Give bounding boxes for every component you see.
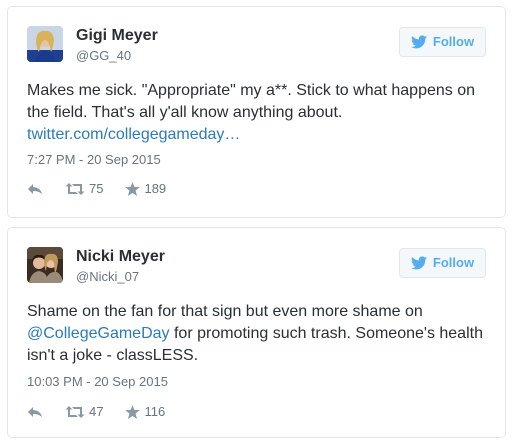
reply-button[interactable]	[27, 405, 43, 419]
username[interactable]: @Nicki_07	[76, 269, 139, 285]
twitter-bird-icon	[410, 256, 427, 270]
reply-button[interactable]	[27, 182, 43, 196]
timestamp[interactable]: 10:03 PM - 20 Sep 2015	[27, 374, 168, 390]
follow-button[interactable]: Follow	[399, 248, 486, 278]
reply-icon	[27, 182, 43, 196]
tweet-body: Shame on the fan for that sign but even …	[27, 303, 423, 320]
retweet-count: 47	[89, 404, 104, 419]
timestamp[interactable]: 7:27 PM - 20 Sep 2015	[27, 152, 161, 168]
avatar[interactable]	[27, 247, 63, 283]
retweet-button[interactable]: 47	[65, 404, 103, 420]
follow-label: Follow	[432, 34, 475, 49]
tweet-body: Makes me sick. "Appropriate" my a**. Sti…	[27, 82, 476, 121]
like-count: 116	[144, 404, 166, 419]
twitter-bird-icon	[410, 35, 427, 49]
avatar[interactable]	[27, 26, 63, 62]
retweet-button[interactable]: 75	[65, 181, 103, 197]
tweet-text: Shame on the fan for that sign but even …	[27, 301, 489, 367]
reply-icon	[27, 405, 43, 419]
display-name[interactable]: Nicki Meyer	[76, 247, 165, 267]
tweet-link[interactable]: twitter.com/collegegameday…	[27, 126, 240, 143]
star-icon	[125, 182, 141, 196]
tweet-actions: 47 116	[27, 404, 187, 420]
retweet-icon	[65, 182, 85, 196]
follow-button[interactable]: Follow	[399, 27, 486, 57]
tweet-card: Gigi Meyer @GG_40 Follow Makes me sick. …	[7, 6, 506, 218]
tweet-text: Makes me sick. "Appropriate" my a**. Sti…	[27, 80, 489, 146]
like-button[interactable]: 189	[125, 181, 166, 197]
mention-link[interactable]: @CollegeGameDay	[27, 325, 170, 342]
follow-label: Follow	[432, 255, 475, 270]
display-name[interactable]: Gigi Meyer	[76, 26, 158, 46]
retweet-icon	[65, 405, 85, 419]
retweet-count: 75	[89, 181, 104, 196]
star-icon	[125, 405, 141, 419]
tweet-card: Nicki Meyer @Nicki_07 Follow Shame on th…	[7, 227, 506, 438]
username[interactable]: @GG_40	[76, 48, 131, 64]
tweet-actions: 75 189	[27, 181, 188, 197]
like-button[interactable]: 116	[125, 404, 165, 420]
like-count: 189	[144, 181, 167, 196]
